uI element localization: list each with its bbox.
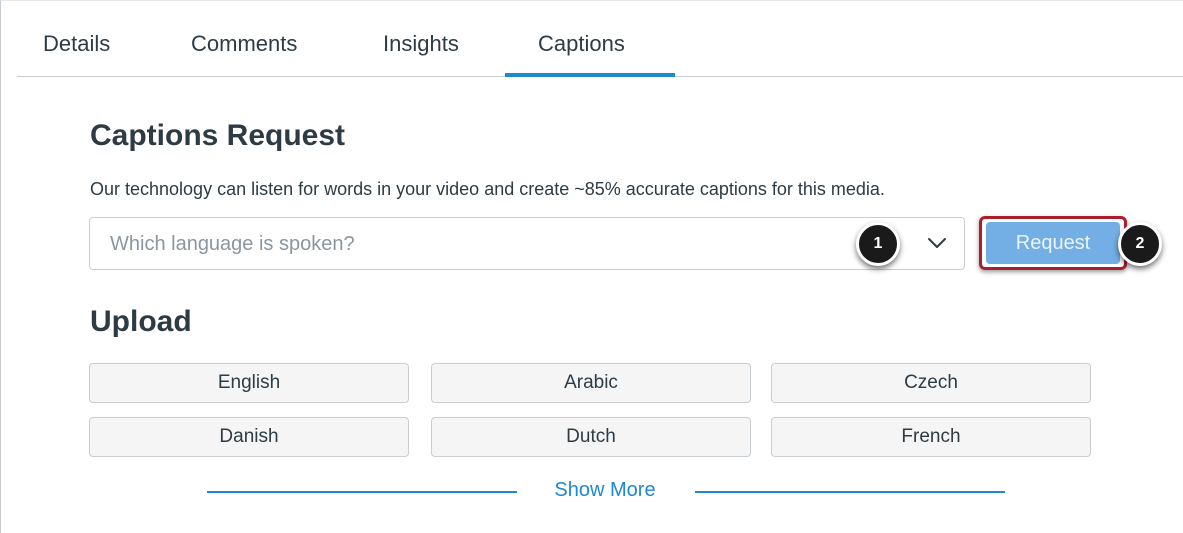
tab-captions[interactable]: Captions — [538, 31, 625, 57]
request-button[interactable]: Request — [986, 222, 1120, 264]
callout-marker-2: 2 — [1118, 222, 1162, 266]
language-select-placeholder: Which language is spoken? — [110, 233, 355, 255]
upload-danish-button[interactable]: Danish — [89, 417, 409, 457]
active-tab-indicator — [505, 73, 675, 77]
tab-details[interactable]: Details — [43, 31, 110, 57]
chevron-down-icon[interactable] — [926, 232, 948, 254]
captions-request-heading: Captions Request — [90, 119, 346, 152]
tab-insights[interactable]: Insights — [383, 31, 459, 57]
captions-request-description: Our technology can listen for words in y… — [90, 179, 885, 199]
upload-english-button[interactable]: English — [89, 363, 409, 403]
show-more-link[interactable]: Show More — [521, 479, 689, 502]
tab-bar: Details Comments Insights Captions — [17, 1, 1183, 77]
show-more-divider-left — [207, 491, 517, 493]
upload-arabic-button[interactable]: Arabic — [431, 363, 751, 403]
upload-dutch-button[interactable]: Dutch — [431, 417, 751, 457]
upload-heading: Upload — [90, 305, 192, 338]
tab-comments[interactable]: Comments — [191, 31, 297, 57]
show-more-divider-right — [695, 491, 1005, 493]
upload-french-button[interactable]: French — [771, 417, 1091, 457]
language-select[interactable]: Which language is spoken? — [89, 217, 965, 270]
callout-marker-1: 1 — [856, 222, 900, 266]
captions-panel: Details Comments Insights Captions Capti… — [0, 0, 1183, 533]
upload-czech-button[interactable]: Czech — [771, 363, 1091, 403]
